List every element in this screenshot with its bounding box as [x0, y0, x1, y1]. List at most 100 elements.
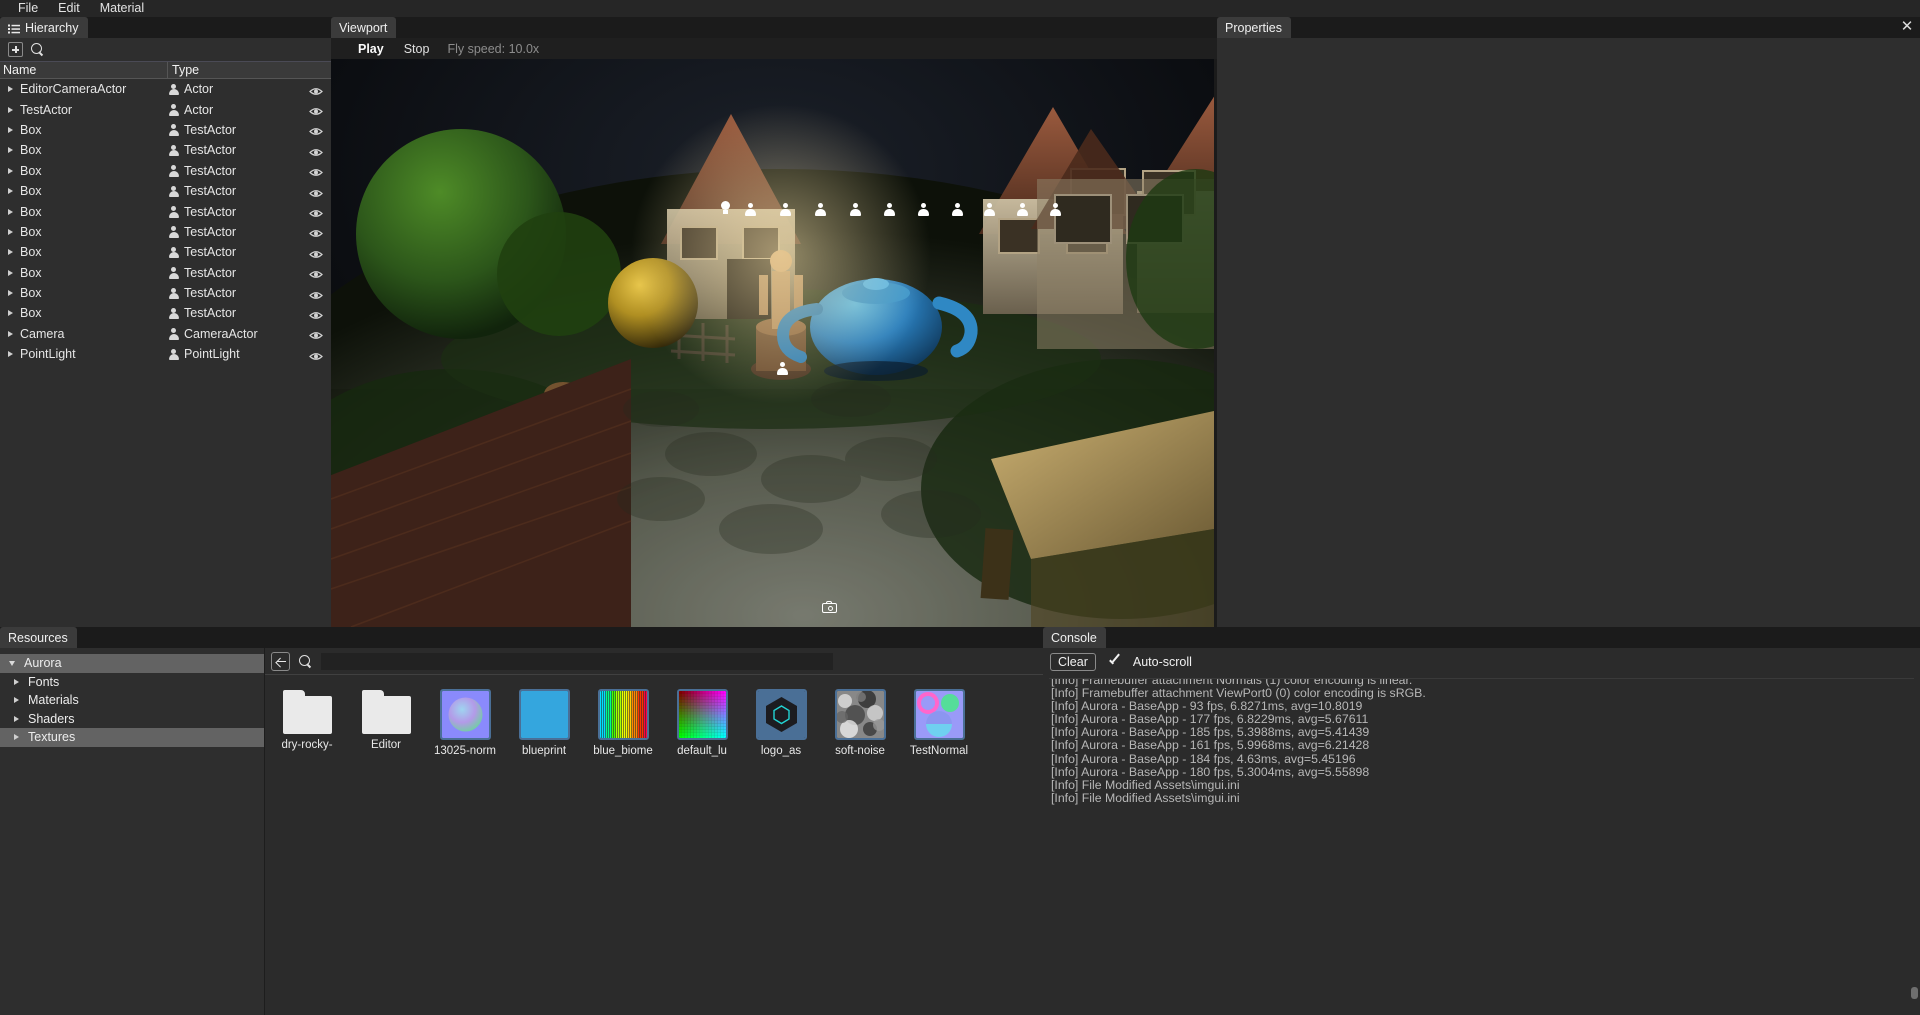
chevron-right-icon[interactable]	[8, 269, 13, 276]
tab-hierarchy[interactable]: Hierarchy	[0, 17, 88, 38]
hierarchy-row[interactable]: Box TestActor	[0, 161, 331, 181]
asset-item[interactable]: blue_biome	[593, 689, 653, 757]
stop-button[interactable]: Stop	[394, 42, 440, 56]
menu-item-file[interactable]: File	[8, 0, 48, 17]
play-button[interactable]: Play	[348, 42, 394, 56]
resource-tree-item[interactable]: Materials	[0, 691, 264, 710]
close-icon[interactable]: ✕	[1900, 19, 1914, 34]
console-log[interactable]: [Info] Framebuffer attachment Normals (1…	[1049, 678, 1914, 1008]
asset-item[interactable]: logo_as	[751, 689, 811, 757]
hierarchy-row[interactable]: PointLight PointLight	[0, 344, 331, 364]
actor-gizmo-icon[interactable]	[983, 203, 996, 217]
tab-properties[interactable]: Properties	[1217, 17, 1291, 38]
chevron-down-icon[interactable]	[9, 660, 15, 666]
hierarchy-row[interactable]: Box TestActor	[0, 242, 331, 262]
visibility-eye-icon[interactable]	[309, 248, 323, 258]
actor-gizmo-icon[interactable]	[1049, 203, 1062, 217]
actor-gizmo-icon[interactable]	[776, 362, 789, 376]
visibility-eye-icon[interactable]	[309, 227, 323, 238]
chevron-right-icon[interactable]	[14, 715, 19, 722]
chevron-right-icon[interactable]	[8, 249, 13, 256]
resource-tree-item[interactable]: Textures	[0, 728, 264, 747]
visibility-eye-icon[interactable]	[309, 309, 323, 319]
menu-item-edit[interactable]: Edit	[48, 0, 90, 17]
actor-gizmo-icon[interactable]	[951, 203, 964, 217]
actor-gizmo-icon[interactable]	[849, 203, 862, 217]
resource-tree-item[interactable]: Fonts	[0, 673, 264, 692]
tab-resources[interactable]: Resources	[0, 627, 77, 648]
hierarchy-row-label: Box	[20, 143, 42, 158]
actor-gizmo-icon[interactable]	[814, 203, 827, 217]
asset-item[interactable]: Editor	[356, 689, 416, 757]
hierarchy-row[interactable]: Box TestActor	[0, 181, 331, 201]
chevron-right-icon[interactable]	[8, 106, 13, 113]
tab-viewport[interactable]: Viewport	[331, 17, 397, 38]
visibility-eye-icon[interactable]	[309, 105, 323, 115]
back-arrow-icon[interactable]	[271, 651, 290, 671]
chevron-right-icon[interactable]	[8, 86, 13, 93]
visibility-eye-icon[interactable]	[309, 268, 323, 279]
chevron-right-icon[interactable]	[14, 734, 19, 741]
chevron-right-icon[interactable]	[8, 208, 13, 215]
hierarchy-row[interactable]: Box TestActor	[0, 120, 331, 140]
chevron-right-icon[interactable]	[8, 126, 13, 133]
tab-console[interactable]: Console	[1043, 627, 1106, 648]
asset-item[interactable]: default_lu	[672, 689, 732, 757]
hierarchy-row[interactable]: Box TestActor	[0, 222, 331, 242]
checkmark-icon[interactable]	[1107, 654, 1122, 669]
search-icon[interactable]	[31, 43, 44, 56]
asset-item[interactable]: dry-rocky-	[277, 689, 337, 757]
visibility-eye-icon[interactable]	[309, 85, 323, 95]
resource-tree-item[interactable]: Shaders	[0, 710, 264, 729]
visibility-eye-icon[interactable]	[309, 166, 323, 177]
visibility-eye-icon[interactable]	[309, 146, 323, 156]
asset-item[interactable]: blueprint	[514, 689, 574, 757]
actor-gizmo-icon[interactable]	[883, 203, 896, 217]
chevron-right-icon[interactable]	[8, 310, 13, 317]
clear-button[interactable]: Clear	[1050, 652, 1096, 671]
hierarchy-row[interactable]: TestActor Actor	[0, 99, 331, 119]
visibility-eye-icon[interactable]	[309, 125, 323, 136]
chevron-right-icon[interactable]	[8, 330, 13, 337]
add-actor-button[interactable]	[8, 42, 23, 57]
chevron-right-icon[interactable]	[14, 678, 19, 685]
hierarchy-row[interactable]: Box TestActor	[0, 201, 331, 221]
resource-tree-item[interactable]: Aurora	[0, 654, 264, 673]
actor-gizmo-icon[interactable]	[917, 203, 930, 217]
hierarchy-row[interactable]: Box TestActor	[0, 140, 331, 160]
actor-gizmo-icon[interactable]	[779, 203, 792, 217]
menu-item-material[interactable]: Material	[90, 0, 154, 17]
autoscroll-label[interactable]: Auto-scroll	[1133, 655, 1192, 669]
console-scrollbar-thumb[interactable]	[1911, 987, 1918, 999]
asset-item[interactable]: TestNormal	[909, 689, 969, 757]
point-light-gizmo-icon[interactable]	[720, 201, 731, 215]
resources-tabbar-filler	[76, 627, 1043, 648]
camera-gizmo-icon[interactable]	[822, 600, 839, 613]
actor-gizmo-icon[interactable]	[744, 203, 757, 217]
viewport-3d-scene[interactable]	[331, 59, 1214, 627]
hierarchy-row[interactable]: Box TestActor	[0, 303, 331, 323]
search-input[interactable]	[321, 652, 833, 670]
asset-item[interactable]: 13025-norm	[434, 689, 496, 757]
visibility-eye-icon[interactable]	[309, 207, 323, 217]
visibility-eye-icon[interactable]	[309, 289, 323, 299]
actor-icon	[168, 226, 179, 238]
search-icon[interactable]	[299, 654, 312, 668]
chevron-right-icon[interactable]	[8, 188, 13, 195]
chevron-right-icon[interactable]	[8, 290, 13, 297]
actor-gizmo-icon[interactable]	[1016, 203, 1029, 217]
visibility-eye-icon[interactable]	[309, 187, 323, 197]
chevron-right-icon[interactable]	[8, 147, 13, 154]
chevron-right-icon[interactable]	[8, 228, 13, 235]
chevron-right-icon[interactable]	[8, 167, 13, 174]
asset-item[interactable]: soft-noise	[830, 689, 890, 757]
visibility-eye-icon[interactable]	[309, 329, 323, 340]
actor-icon	[168, 83, 179, 96]
chevron-right-icon[interactable]	[8, 351, 13, 358]
hierarchy-row[interactable]: Box TestActor	[0, 283, 331, 303]
hierarchy-row[interactable]: Box TestActor	[0, 263, 331, 283]
hierarchy-row[interactable]: EditorCameraActor Actor	[0, 79, 331, 99]
chevron-right-icon[interactable]	[14, 697, 19, 704]
hierarchy-row[interactable]: Camera CameraActor	[0, 324, 331, 344]
visibility-eye-icon[interactable]	[309, 350, 323, 360]
